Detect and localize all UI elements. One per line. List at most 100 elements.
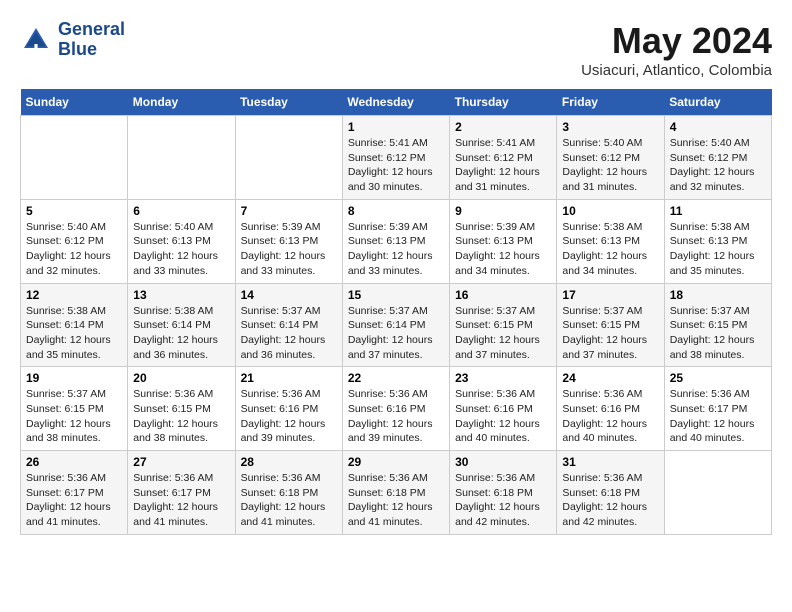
day-number: 1 [348, 120, 444, 134]
week-row-4: 19 Sunrise: 5:37 AM Sunset: 6:15 PM Dayli… [21, 367, 772, 451]
logo-text: General Blue [58, 20, 125, 60]
calendar-cell: 12 Sunrise: 5:38 AM Sunset: 6:14 PM Dayli… [21, 283, 128, 367]
calendar-body: 1 Sunrise: 5:41 AM Sunset: 6:12 PM Daylig… [21, 116, 772, 535]
calendar-cell: 28Sunrise: 5:36 AM Sunset: 6:18 PM Dayli… [235, 451, 342, 535]
day-number: 27 [133, 455, 229, 469]
calendar-cell: 20 Sunrise: 5:36 AM Sunset: 6:15 PM Dayli… [128, 367, 235, 451]
cell-content: Sunrise: 5:40 AM Sunset: 6:13 PM Dayligh… [133, 220, 229, 279]
calendar-cell: 31 Sunrise: 5:36 AM Sunset: 6:18 PM Dayli… [557, 451, 664, 535]
header-cell-tuesday: Tuesday [235, 89, 342, 116]
day-number: 13 [133, 288, 229, 302]
day-number: 18 [670, 288, 766, 302]
calendar-cell: 18Sunrise: 5:37 AM Sunset: 6:15 PM Dayli… [664, 283, 771, 367]
calendar-cell: 8Sunrise: 5:39 AM Sunset: 6:13 PM Daylig… [342, 199, 449, 283]
calendar-cell: 15 Sunrise: 5:37 AM Sunset: 6:14 PM Dayli… [342, 283, 449, 367]
day-number: 9 [455, 204, 551, 218]
header-cell-friday: Friday [557, 89, 664, 116]
week-row-5: 26 Sunrise: 5:36 AM Sunset: 6:17 PM Dayli… [21, 451, 772, 535]
day-number: 24 [562, 371, 658, 385]
day-number: 21 [241, 371, 337, 385]
cell-content: Sunrise: 5:38 AM Sunset: 6:14 PM Dayligh… [26, 304, 122, 363]
day-number: 2 [455, 120, 551, 134]
calendar-cell: 6 Sunrise: 5:40 AM Sunset: 6:13 PM Daylig… [128, 199, 235, 283]
day-number: 29 [348, 455, 444, 469]
day-number: 31 [562, 455, 658, 469]
calendar-cell: 19 Sunrise: 5:37 AM Sunset: 6:15 PM Dayli… [21, 367, 128, 451]
day-number: 28 [241, 455, 337, 469]
day-number: 20 [133, 371, 229, 385]
calendar-cell: 4 Sunrise: 5:40 AM Sunset: 6:12 PM Daylig… [664, 116, 771, 200]
cell-content: Sunrise: 5:36 AM Sunset: 6:16 PM Dayligh… [455, 387, 551, 446]
day-number: 26 [26, 455, 122, 469]
calendar-cell: 5 Sunrise: 5:40 AM Sunset: 6:12 PM Daylig… [21, 199, 128, 283]
logo-icon [20, 24, 52, 56]
week-row-3: 12 Sunrise: 5:38 AM Sunset: 6:14 PM Dayli… [21, 283, 772, 367]
cell-content: Sunrise: 5:36 AM Sunset: 6:18 PM Dayligh… [455, 471, 551, 530]
calendar-cell [235, 116, 342, 200]
header-cell-wednesday: Wednesday [342, 89, 449, 116]
calendar-cell: 9Sunrise: 5:39 AM Sunset: 6:13 PM Daylig… [450, 199, 557, 283]
calendar-cell [664, 451, 771, 535]
day-number: 4 [670, 120, 766, 134]
cell-content: Sunrise: 5:36 AM Sunset: 6:16 PM Dayligh… [241, 387, 337, 446]
header-cell-monday: Monday [128, 89, 235, 116]
calendar-cell: 21 Sunrise: 5:36 AM Sunset: 6:16 PM Dayli… [235, 367, 342, 451]
cell-content: Sunrise: 5:40 AM Sunset: 6:12 PM Dayligh… [562, 136, 658, 195]
day-number: 3 [562, 120, 658, 134]
cell-content: Sunrise: 5:36 AM Sunset: 6:17 PM Dayligh… [670, 387, 766, 446]
day-number: 16 [455, 288, 551, 302]
calendar-cell: 11 Sunrise: 5:38 AM Sunset: 6:13 PM Dayli… [664, 199, 771, 283]
cell-content: Sunrise: 5:36 AM Sunset: 6:15 PM Dayligh… [133, 387, 229, 446]
day-number: 17 [562, 288, 658, 302]
calendar-cell: 30 Sunrise: 5:36 AM Sunset: 6:18 PM Dayli… [450, 451, 557, 535]
cell-content: Sunrise: 5:36 AM Sunset: 6:18 PM Dayligh… [348, 471, 444, 530]
calendar-cell: 7Sunrise: 5:39 AM Sunset: 6:13 PM Daylig… [235, 199, 342, 283]
calendar-cell: 22 Sunrise: 5:36 AM Sunset: 6:16 PM Dayli… [342, 367, 449, 451]
day-number: 6 [133, 204, 229, 218]
cell-content: Sunrise: 5:39 AM Sunset: 6:13 PM Dayligh… [241, 220, 337, 279]
calendar-cell: 29 Sunrise: 5:36 AM Sunset: 6:18 PM Dayli… [342, 451, 449, 535]
logo: General Blue [20, 20, 125, 60]
month-title: May 2024 [581, 20, 772, 62]
calendar-cell: 16 Sunrise: 5:37 AM Sunset: 6:15 PM Dayli… [450, 283, 557, 367]
calendar-cell: 10 Sunrise: 5:38 AM Sunset: 6:13 PM Dayli… [557, 199, 664, 283]
calendar-cell: 13Sunrise: 5:38 AM Sunset: 6:14 PM Dayli… [128, 283, 235, 367]
cell-content: Sunrise: 5:39 AM Sunset: 6:13 PM Dayligh… [348, 220, 444, 279]
cell-content: Sunrise: 5:41 AM Sunset: 6:12 PM Dayligh… [455, 136, 551, 195]
calendar-cell: 17Sunrise: 5:37 AM Sunset: 6:15 PM Dayli… [557, 283, 664, 367]
cell-content: Sunrise: 5:36 AM Sunset: 6:17 PM Dayligh… [133, 471, 229, 530]
cell-content: Sunrise: 5:37 AM Sunset: 6:14 PM Dayligh… [241, 304, 337, 363]
day-number: 30 [455, 455, 551, 469]
cell-content: Sunrise: 5:37 AM Sunset: 6:14 PM Dayligh… [348, 304, 444, 363]
cell-content: Sunrise: 5:41 AM Sunset: 6:12 PM Dayligh… [348, 136, 444, 195]
calendar-cell: 25Sunrise: 5:36 AM Sunset: 6:17 PM Dayli… [664, 367, 771, 451]
cell-content: Sunrise: 5:40 AM Sunset: 6:12 PM Dayligh… [670, 136, 766, 195]
cell-content: Sunrise: 5:36 AM Sunset: 6:17 PM Dayligh… [26, 471, 122, 530]
calendar-cell: 2 Sunrise: 5:41 AM Sunset: 6:12 PM Daylig… [450, 116, 557, 200]
cell-content: Sunrise: 5:37 AM Sunset: 6:15 PM Dayligh… [26, 387, 122, 446]
calendar-table: SundayMondayTuesdayWednesdayThursdayFrid… [20, 89, 772, 535]
cell-content: Sunrise: 5:38 AM Sunset: 6:13 PM Dayligh… [670, 220, 766, 279]
day-number: 12 [26, 288, 122, 302]
calendar-cell: 26 Sunrise: 5:36 AM Sunset: 6:17 PM Dayli… [21, 451, 128, 535]
calendar-cell: 3 Sunrise: 5:40 AM Sunset: 6:12 PM Daylig… [557, 116, 664, 200]
day-number: 10 [562, 204, 658, 218]
cell-content: Sunrise: 5:38 AM Sunset: 6:13 PM Dayligh… [562, 220, 658, 279]
day-number: 15 [348, 288, 444, 302]
header-cell-sunday: Sunday [21, 89, 128, 116]
header-cell-saturday: Saturday [664, 89, 771, 116]
day-number: 5 [26, 204, 122, 218]
calendar-cell: 24Sunrise: 5:36 AM Sunset: 6:16 PM Dayli… [557, 367, 664, 451]
day-number: 22 [348, 371, 444, 385]
calendar-cell: 23 Sunrise: 5:36 AM Sunset: 6:16 PM Dayli… [450, 367, 557, 451]
cell-content: Sunrise: 5:37 AM Sunset: 6:15 PM Dayligh… [455, 304, 551, 363]
day-number: 11 [670, 204, 766, 218]
cell-content: Sunrise: 5:36 AM Sunset: 6:16 PM Dayligh… [348, 387, 444, 446]
day-number: 23 [455, 371, 551, 385]
cell-content: Sunrise: 5:36 AM Sunset: 6:18 PM Dayligh… [562, 471, 658, 530]
day-number: 19 [26, 371, 122, 385]
calendar-cell [21, 116, 128, 200]
calendar-cell: 27 Sunrise: 5:36 AM Sunset: 6:17 PM Dayli… [128, 451, 235, 535]
day-number: 14 [241, 288, 337, 302]
cell-content: Sunrise: 5:40 AM Sunset: 6:12 PM Dayligh… [26, 220, 122, 279]
